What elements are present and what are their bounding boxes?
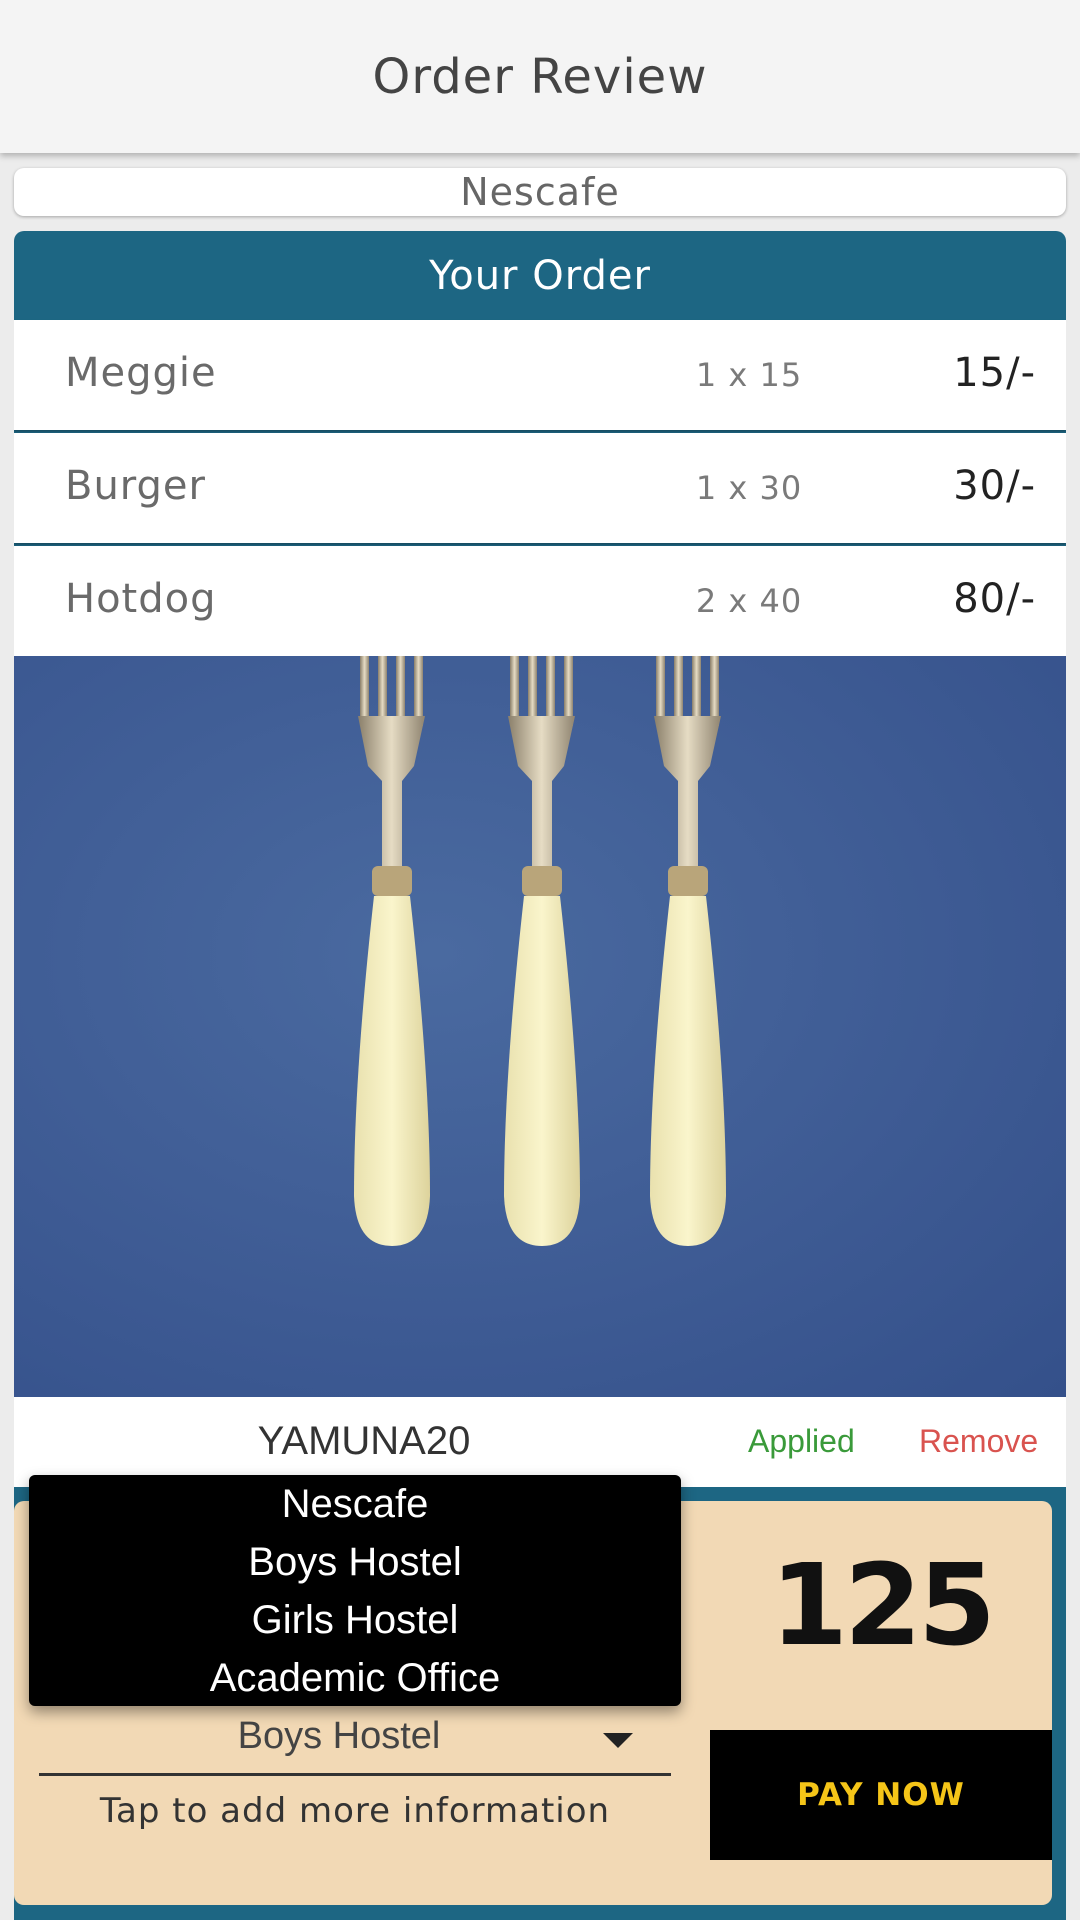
dropdown-caret-icon (603, 1733, 633, 1748)
order-item-row: Burger 1 x 30 30/- (14, 433, 1066, 543)
item-name: Burger (65, 463, 206, 509)
item-price: 15/- (953, 350, 1036, 396)
coupon-code: YAMUNA20 (257, 1419, 471, 1463)
item-quantity: 1 x 30 (695, 469, 803, 507)
forks-background-image (14, 656, 1066, 1401)
item-price: 80/- (953, 576, 1036, 622)
forks-illustration (354, 656, 726, 1246)
order-heading: Your Order (429, 252, 651, 299)
item-quantity: 1 x 15 (695, 356, 803, 394)
remove-coupon-button[interactable]: Remove (919, 1423, 1038, 1460)
item-quantity: 2 x 40 (695, 582, 803, 620)
pay-now-button[interactable]: PAY NOW (710, 1730, 1052, 1860)
selected-location: Boys Hostel (237, 1715, 441, 1757)
total-amount: 125 (770, 1541, 996, 1671)
item-price: 30/- (953, 463, 1036, 509)
add-info-hint[interactable]: Tap to add more information (39, 1791, 671, 1831)
fork-icon (354, 656, 430, 1246)
location-option-academic-office[interactable]: Academic Office (210, 1649, 501, 1707)
delivery-location-select[interactable]: Boys Hostel (39, 1701, 671, 1776)
fork-icon (504, 656, 580, 1246)
location-option-nescafe[interactable]: Nescafe (282, 1475, 429, 1533)
order-item-row: Hotdog 2 x 40 80/- (14, 546, 1066, 656)
page-title: Order Review (372, 48, 708, 105)
fork-icon (650, 656, 726, 1246)
coupon-status: Applied (748, 1423, 855, 1459)
coupon-row: YAMUNA20 Applied Remove (14, 1397, 1066, 1487)
order-item-row: Meggie 1 x 15 15/- (14, 320, 1066, 430)
location-option-girls-hostel[interactable]: Girls Hostel (252, 1591, 459, 1649)
app-bar: Order Review (0, 0, 1080, 153)
location-dropdown-menu: Nescafe Boys Hostel Girls Hostel Academi… (29, 1475, 681, 1706)
vendor-name: Nescafe (14, 168, 1066, 216)
item-name: Meggie (65, 350, 217, 396)
item-name: Hotdog (65, 576, 217, 622)
location-option-boys-hostel[interactable]: Boys Hostel (248, 1533, 461, 1591)
